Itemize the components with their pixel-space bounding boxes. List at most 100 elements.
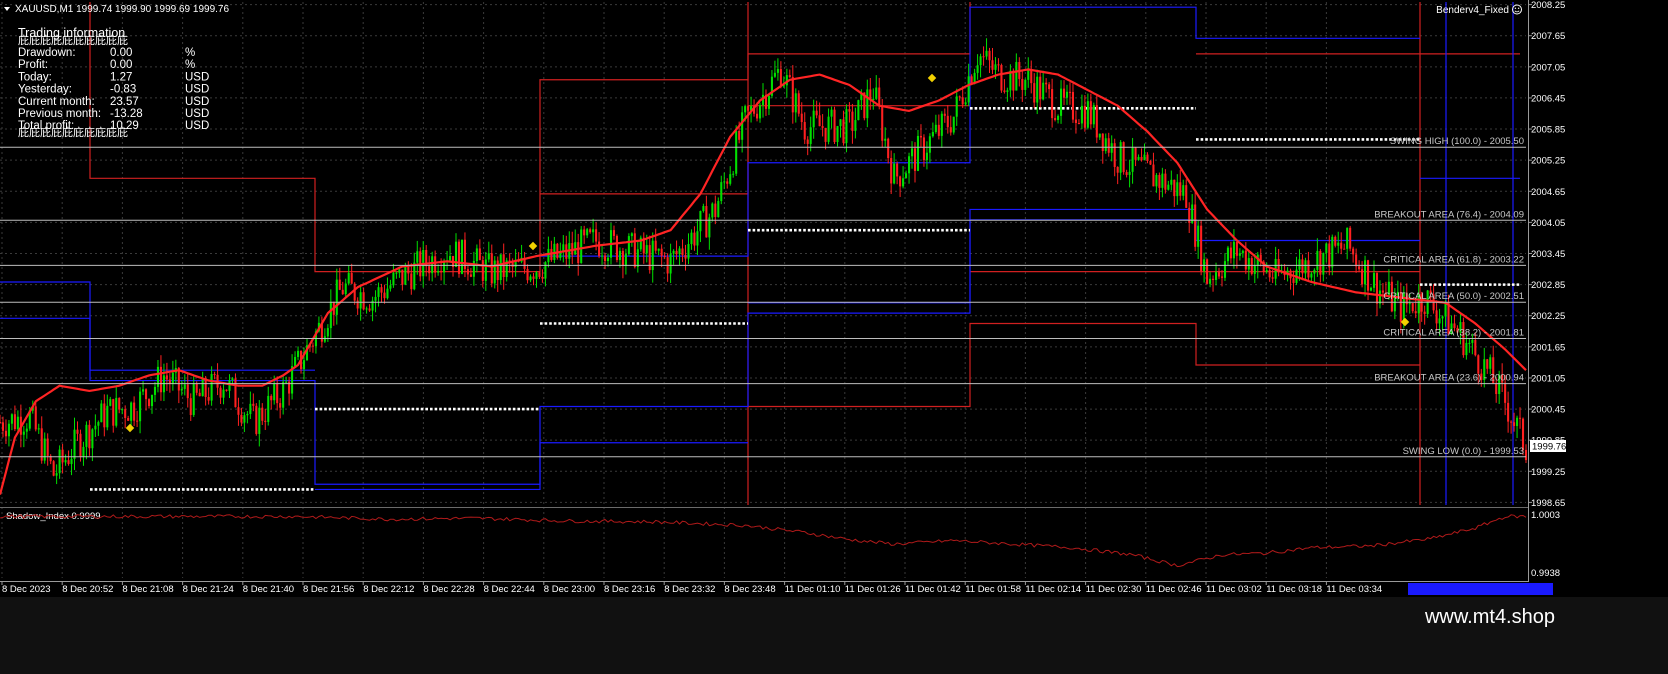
candle-bull [222, 389, 225, 398]
candle-bull [1214, 272, 1218, 280]
candle-bear [490, 253, 493, 284]
candle-bear [1212, 278, 1215, 280]
candle-bull [487, 253, 490, 260]
candle-bear [237, 407, 240, 415]
candle-bull [285, 381, 288, 383]
candle-bear [76, 429, 79, 434]
candle-bear [660, 248, 663, 256]
info-value: 0.00 [110, 47, 132, 59]
candle-bear [675, 250, 678, 255]
candle-bear [338, 279, 341, 290]
candle-bull [1247, 258, 1250, 270]
time-axis-label: 11 Dec 01:58 [965, 584, 1021, 595]
candle-bear [1217, 272, 1221, 277]
price-axis-label: 2003.45 [1531, 249, 1565, 260]
candle-bear [118, 397, 121, 410]
candle-bull [547, 248, 550, 263]
candle-bear [1140, 156, 1143, 161]
candle-bull [7, 423, 10, 437]
candle-bull [928, 136, 931, 153]
candle-bull [1325, 243, 1328, 253]
candle-bull [1024, 79, 1027, 90]
candle-bull [696, 231, 699, 246]
candle-bear [1074, 119, 1077, 123]
candle-bear [353, 283, 356, 301]
candle-bear [1134, 147, 1137, 160]
candle-bull [1060, 88, 1063, 116]
candle-bear [1089, 101, 1092, 125]
candle-bull [82, 446, 85, 457]
candle-bull [529, 276, 532, 281]
price-axis-label: 2008.25 [1531, 0, 1565, 11]
candle-bear [511, 262, 514, 267]
candle-bull [758, 105, 762, 119]
candle-bull [1304, 260, 1307, 274]
candle-bull [139, 391, 142, 422]
info-label: Today: [18, 71, 52, 83]
candle-bull [249, 403, 252, 415]
candle-bear [738, 130, 741, 140]
candle-bull [1337, 242, 1340, 246]
candle-bear [46, 438, 49, 456]
candle-bear [1510, 421, 1513, 423]
candle-bear [949, 127, 952, 133]
candle-bull [153, 386, 157, 395]
fib-level-label: BREAKOUT AREA (76.4) - 2004.09 [1374, 209, 1524, 220]
price-axis-label: 2000.45 [1531, 405, 1565, 416]
current-price-label: 1999.76 [1532, 442, 1566, 453]
candle-bull [699, 211, 702, 232]
candle-bear [88, 424, 91, 449]
candle-bear [457, 241, 461, 274]
price-axis-label: 1999.25 [1531, 467, 1565, 478]
chart-svg[interactable]: SWING HIGH (100.0) - 2005.50 BREAKOUT ARE… [0, 0, 1668, 674]
time-axis-label: 8 Dec 22:12 [363, 584, 414, 595]
candle-bear [1474, 339, 1477, 356]
candle-bear [434, 256, 437, 273]
candle-bull [767, 95, 771, 109]
candle-bull [645, 245, 648, 254]
candle-bear [276, 383, 279, 404]
candle-bear [1477, 355, 1480, 374]
candle-bear [848, 109, 851, 112]
time-axis-label: 11 Dec 02:30 [1086, 584, 1142, 595]
candle-bull [1042, 82, 1045, 100]
candle-bear [1152, 164, 1155, 187]
candle-bull [592, 229, 595, 233]
candle-bear [1319, 251, 1322, 275]
info-label: Drawdown: [18, 47, 76, 59]
candle-bull [809, 127, 812, 144]
time-axis-label: 11 Dec 01:26 [845, 584, 901, 595]
candle-bull [657, 248, 660, 251]
info-unit: USD [185, 120, 209, 132]
candle-bear [1366, 260, 1370, 291]
candle-bear [341, 289, 344, 295]
candle-bear [589, 229, 592, 233]
candle-bear [195, 383, 198, 393]
candle-bull [839, 119, 842, 127]
candle-bear [1194, 204, 1197, 247]
candle-bear [1149, 160, 1152, 165]
candle-bull [836, 126, 839, 143]
candle-bull [902, 178, 905, 187]
candle-bull [273, 383, 276, 401]
candle-bear [168, 379, 171, 384]
candle-bear [821, 126, 824, 128]
candle-bear [1158, 174, 1161, 188]
info-unit: USD [185, 71, 209, 83]
candle-bear [991, 60, 994, 70]
candle-bull [830, 109, 833, 117]
candle-bear [806, 139, 809, 144]
candle-bull [142, 389, 145, 392]
candle-bear [577, 242, 580, 263]
candle-bear [383, 292, 386, 299]
candle-bull [884, 138, 887, 141]
candle-bear [881, 106, 884, 141]
candle-bull [449, 256, 452, 261]
candle-bull [1253, 265, 1256, 274]
candle-bear [824, 127, 827, 142]
info-value: 0.00 [110, 59, 132, 71]
candle-bear [1033, 83, 1036, 103]
candle-bear [1071, 92, 1075, 120]
candle-bear [34, 406, 37, 430]
candle-bear [311, 345, 314, 347]
